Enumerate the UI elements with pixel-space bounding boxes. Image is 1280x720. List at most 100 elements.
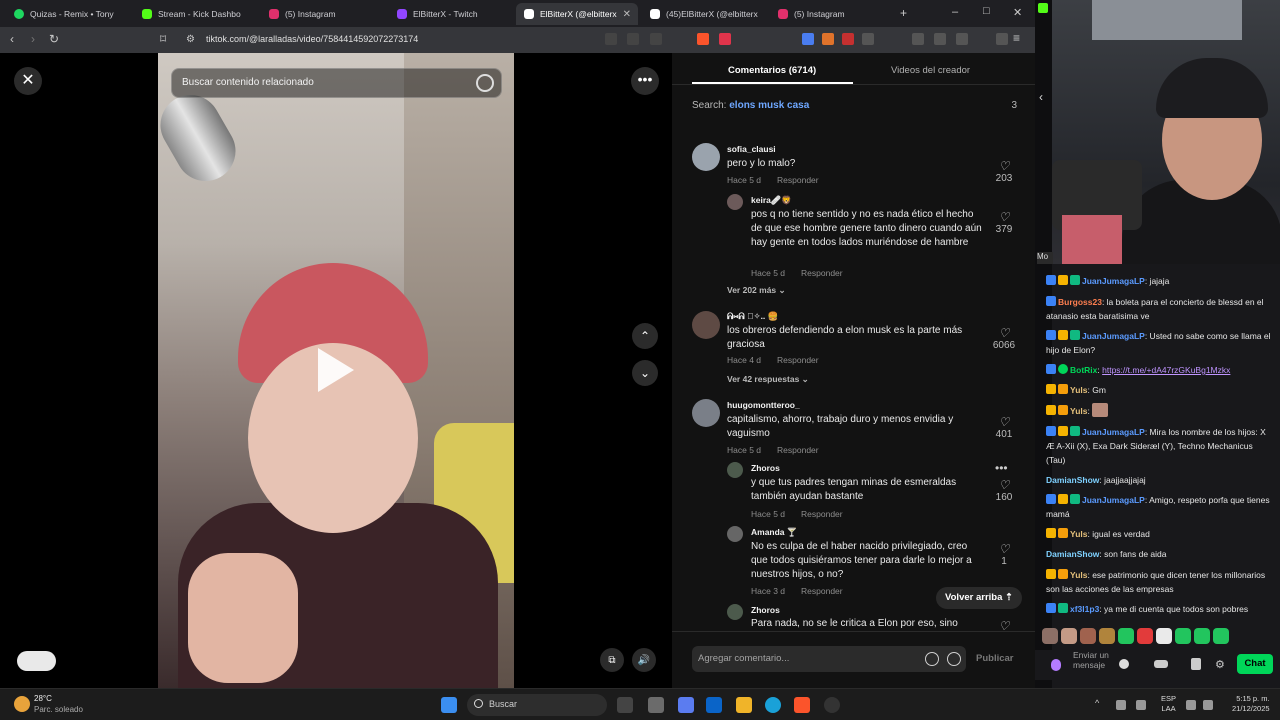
file-explorer-icon[interactable]: [736, 697, 752, 713]
like-button[interactable]: ♡ 401: [984, 415, 1024, 440]
task-view-icon[interactable]: [617, 697, 633, 713]
maximize-button[interactable]: □: [983, 5, 990, 17]
tab-comments[interactable]: Comentarios (6714): [728, 65, 816, 76]
extension-toggle[interactable]: [17, 651, 56, 671]
emote-icon[interactable]: [1213, 628, 1229, 644]
avatar[interactable]: [692, 143, 720, 171]
copilot-icon[interactable]: [678, 697, 694, 713]
mention-icon[interactable]: [925, 652, 939, 666]
video-player[interactable]: [158, 53, 514, 688]
reply-button[interactable]: Responder: [801, 509, 843, 519]
emote-icon[interactable]: [1156, 628, 1172, 644]
brave-shield-icon[interactable]: [697, 33, 709, 45]
weather-temperature[interactable]: 28°C: [34, 694, 52, 703]
extension-translate-icon[interactable]: [802, 33, 814, 45]
view-more-replies[interactable]: Ver 202 más ⌄: [727, 285, 786, 296]
network-icon[interactable]: [1116, 700, 1126, 710]
tab-creator-videos[interactable]: Videos del creador: [891, 65, 970, 76]
close-tab-icon[interactable]: ✕: [623, 9, 631, 20]
previous-video-button[interactable]: ⌃: [632, 323, 658, 349]
settings-icon[interactable]: ⚙: [1215, 658, 1225, 671]
extensions-icon[interactable]: [862, 33, 874, 45]
reply-button[interactable]: Responder: [801, 586, 843, 596]
emote-icon[interactable]: [1042, 628, 1058, 644]
emote-icon[interactable]: [1061, 628, 1077, 644]
emote-icon[interactable]: [1118, 628, 1134, 644]
collapse-chat-icon[interactable]: ‹: [1039, 90, 1043, 104]
avatar[interactable]: [727, 194, 743, 210]
like-button[interactable]: ♡ 6066: [984, 326, 1024, 351]
close-video-button[interactable]: ✕: [14, 67, 42, 95]
emote-icon[interactable]: [1194, 628, 1210, 644]
extension-m-icon[interactable]: [842, 33, 854, 45]
publish-button[interactable]: Publicar: [976, 653, 1014, 664]
view-replies[interactable]: Ver 42 respuestas ⌄: [727, 374, 809, 385]
extension-fox-icon[interactable]: [822, 33, 834, 45]
edge-icon[interactable]: [765, 697, 781, 713]
translate-icon[interactable]: [605, 33, 617, 45]
weather-icon[interactable]: [14, 696, 30, 712]
avatar[interactable]: [727, 462, 743, 478]
share-icon[interactable]: [650, 33, 662, 45]
comment-username[interactable]: ᕱ⑅ᕱ ゚✧.. 🍔: [727, 311, 778, 322]
next-video-button[interactable]: ⌄: [632, 360, 658, 386]
tab-tiktok-active[interactable]: ElBitterX (@elbitterx ✕: [516, 3, 638, 25]
cast-icon[interactable]: [627, 33, 639, 45]
vpn-icon[interactable]: [996, 33, 1008, 45]
emote-icon[interactable]: [1175, 628, 1191, 644]
language-indicator[interactable]: ESP LAA: [1161, 694, 1176, 714]
like-button[interactable]: ♡ 160: [984, 478, 1024, 503]
menu-icon[interactable]: ≡: [1013, 31, 1020, 45]
forward-icon[interactable]: ›: [31, 32, 35, 46]
more-options-button[interactable]: •••: [631, 67, 659, 95]
tab-twitch[interactable]: ElBitterX - Twitch: [389, 3, 515, 25]
comment-username[interactable]: huugomontteroo_: [727, 400, 800, 410]
reply-button[interactable]: Responder: [777, 445, 819, 455]
comment-username[interactable]: Zhoros: [751, 605, 780, 615]
reply-button[interactable]: Responder: [777, 175, 819, 185]
avatar[interactable]: [727, 604, 743, 620]
tray-chevron-icon[interactable]: ^: [1095, 698, 1099, 708]
like-button[interactable]: ♡ 203: [984, 159, 1024, 184]
brave-rewards-icon[interactable]: [719, 33, 731, 45]
clock[interactable]: 5:15 p. m. 21/12/2025: [1232, 694, 1270, 714]
back-icon[interactable]: ‹: [10, 32, 14, 46]
obs-icon[interactable]: [824, 697, 840, 713]
emoji-icon[interactable]: [947, 652, 961, 666]
comment-username[interactable]: keira🩹🦁: [751, 195, 792, 206]
avatar[interactable]: [692, 399, 720, 427]
sidebar-icon[interactable]: [934, 33, 946, 45]
emote-icon[interactable]: [1080, 628, 1096, 644]
avatar[interactable]: [727, 526, 743, 542]
tab-instagram[interactable]: (5) Instagram: [261, 3, 387, 25]
minimize-button[interactable]: –: [952, 6, 958, 18]
url-field[interactable]: tiktok.com/@laralladas/video/75844145920…: [206, 34, 418, 44]
wifi-icon[interactable]: [1186, 700, 1196, 710]
mic-icon[interactable]: [1051, 659, 1061, 671]
wallet-icon[interactable]: [956, 33, 968, 45]
snipping-icon[interactable]: [648, 697, 664, 713]
avatar[interactable]: [692, 311, 720, 339]
reply-button[interactable]: Responder: [801, 268, 843, 278]
reload-icon[interactable]: ↻: [49, 32, 59, 46]
search-icon[interactable]: [476, 74, 494, 92]
comment-username[interactable]: Zhoros: [751, 463, 780, 473]
play-icon[interactable]: [318, 348, 354, 392]
store-icon[interactable]: [1191, 658, 1201, 670]
close-window-button[interactable]: ✕: [1013, 6, 1022, 19]
comment-username[interactable]: sofia_clausi: [727, 144, 776, 154]
comment-more-icon[interactable]: •••: [995, 461, 1008, 475]
site-info-icon[interactable]: ⚙: [186, 34, 195, 45]
cloud-icon[interactable]: [1136, 700, 1146, 710]
chat-message-input[interactable]: Enviar un mensaje: [1073, 650, 1118, 670]
back-to-top-button[interactable]: Volver arriba ⇡: [936, 587, 1022, 609]
bookmark-icon[interactable]: ⌑: [160, 32, 166, 46]
emoji-icon[interactable]: [1119, 659, 1129, 669]
party-icon[interactable]: [1154, 660, 1168, 668]
comment-username[interactable]: Amanda 🍸: [751, 527, 797, 538]
reply-button[interactable]: Responder: [777, 355, 819, 365]
tab-tiktok-2[interactable]: (45)ElBitterX (@elbitterx: [642, 3, 768, 25]
volume-icon[interactable]: 🔊: [632, 648, 656, 672]
new-tab-button[interactable]: +: [900, 6, 907, 20]
tab-kick[interactable]: Stream - Kick Dashbo: [134, 3, 260, 25]
